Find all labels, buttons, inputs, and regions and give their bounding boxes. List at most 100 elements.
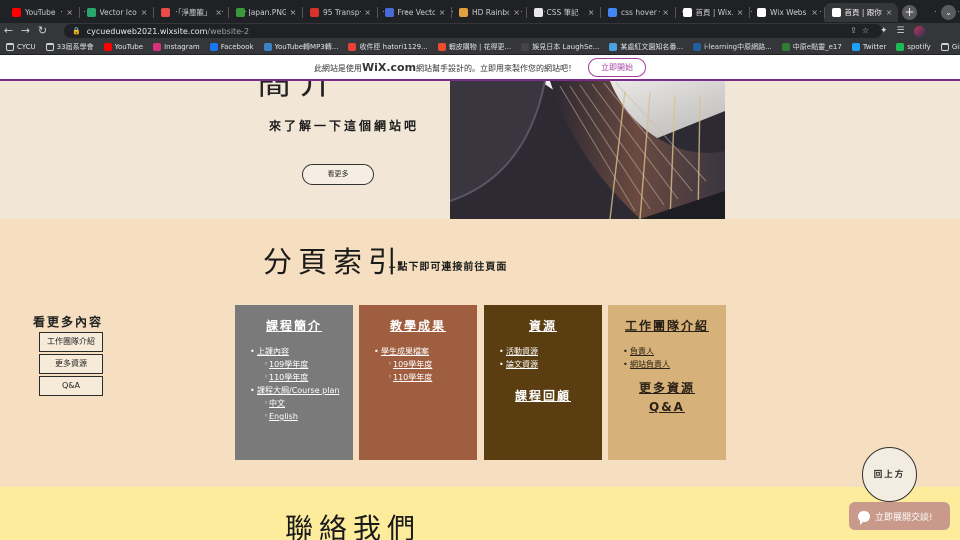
link-109[interactable]: 109學年度 (359, 358, 477, 371)
bookmark-item[interactable]: 蝦皮購物 | 花得更... (437, 42, 511, 52)
card-title-teaching-results[interactable]: 教學成果 (359, 317, 477, 334)
new-tab-button[interactable]: + (902, 5, 917, 20)
close-tab-icon[interactable]: × (886, 8, 898, 17)
browser-tab[interactable]: Japan.PNG × (227, 3, 302, 22)
bookmark-label: 中原e點靈_e17 (792, 42, 842, 51)
link-course-plan[interactable]: 課程大綱/Course plan (235, 384, 353, 397)
link-english[interactable]: English (235, 410, 353, 423)
bookmark-item[interactable]: spotify (896, 42, 931, 51)
profile-avatar[interactable] (913, 25, 925, 37)
close-tab-icon[interactable]: × (364, 8, 376, 17)
close-tab-icon[interactable]: × (439, 8, 451, 17)
browser-tab[interactable]: css hover 範例 × (600, 3, 674, 22)
browser-tab-strip: YouTube×Vector Icons×「淨塵籠」©×Japan.PNG×95… (0, 0, 960, 23)
hero-subheading: 來了解一下這個網站吧 (269, 119, 420, 133)
bookmark-item[interactable]: 33屆系學會 (45, 42, 94, 52)
bookmark-label: 33屆系學會 (56, 42, 94, 51)
bookmark-item[interactable]: Instagram (153, 42, 200, 51)
bookmark-item[interactable]: i-learning中原網路... (693, 42, 772, 52)
link-110[interactable]: 110學年度 (359, 371, 477, 384)
url-host: cycueduweb2021.wixsite.com (86, 26, 208, 36)
browser-tab[interactable]: 首頁 | Wix.com × (674, 3, 749, 22)
bookmark-item[interactable]: Gimy劇迷 (940, 42, 960, 52)
browser-tab[interactable]: HD Rainbow × (451, 3, 525, 22)
browser-tab[interactable]: 「淨塵籠」©× (153, 3, 227, 22)
bookmark-label: YouTube (114, 42, 144, 51)
link-student-portfolio[interactable]: 學生成果檔案 (359, 345, 477, 358)
link-more-resources[interactable]: 更多資源 (608, 379, 726, 396)
card-title-course-intro[interactable]: 課程簡介 (235, 317, 353, 334)
contact-title: 聯絡我們 (285, 512, 422, 540)
browser-tab[interactable]: Free Vectors × (376, 3, 451, 22)
reload-icon[interactable]: ↻ (34, 23, 51, 39)
bookmark-favicon-icon (103, 42, 112, 51)
see-more-button[interactable]: 看更多 (302, 164, 374, 185)
side-button-team[interactable]: 工作團隊介紹 (39, 332, 103, 352)
reading-list-icon[interactable]: ☰ (897, 26, 905, 36)
back-icon[interactable]: ← (0, 23, 17, 39)
card-list: 學生成果檔案 109學年度 110學年度 (359, 345, 477, 384)
close-tab-icon[interactable]: × (215, 8, 227, 17)
wix-start-button[interactable]: 立即開始 (588, 57, 647, 77)
share-and-bookmark-icons[interactable]: ⇪☆ (850, 24, 874, 38)
page-index-section: 分頁索引 ~點下即可連接前往頁面 看更多內容 工作團隊介紹 更多資源 Q&A 課… (0, 219, 960, 487)
link-109[interactable]: 109學年度 (235, 358, 353, 371)
tab-search-icon[interactable]: ⌄ (941, 5, 956, 20)
bookmark-item[interactable]: 中原e點靈_e17 (781, 42, 842, 52)
bookmark-item[interactable]: Facebook (209, 42, 254, 51)
side-button-qa[interactable]: Q&A (39, 376, 103, 396)
close-tab-icon[interactable]: × (66, 8, 78, 17)
library-photo (450, 81, 725, 219)
link-website-manager[interactable]: 網站負責人 (608, 358, 726, 371)
bookmark-favicon-icon (781, 42, 790, 51)
bookmark-item[interactable]: 收件匣 hatori1129... (348, 42, 428, 52)
bookmark-item[interactable]: YouTube (103, 42, 144, 51)
browser-tab[interactable]: YouTube × (4, 3, 78, 22)
link-paper-resources[interactable]: 論文資源 (484, 358, 602, 371)
tab-favicon-icon (831, 8, 841, 17)
browser-tab[interactable]: Wix Website × (749, 3, 823, 22)
link-class-content[interactable]: 上課內容 (235, 345, 353, 358)
card-title-resources[interactable]: 資源 (484, 317, 602, 334)
link-chinese[interactable]: 中文 (235, 397, 353, 410)
chat-button[interactable]: 立即展開交談! (849, 502, 950, 530)
link-activity-resources[interactable]: 活動資源 (484, 345, 602, 358)
bookmark-item[interactable]: 娛見日本 LaughSe... (521, 42, 599, 52)
tab-favicon-icon (757, 8, 766, 17)
bookmark-label: 某處紅文園知名番... (620, 42, 684, 51)
link-person-in-charge[interactable]: 負責人 (608, 345, 726, 358)
close-tab-icon[interactable]: × (662, 8, 674, 17)
bookmark-item[interactable]: 某處紅文園知名番... (609, 42, 683, 52)
browser-tab[interactable]: 95 Transparen × (302, 3, 376, 22)
link-qa[interactable]: Q&A (608, 400, 726, 414)
chat-button-label: 立即展開交談! (875, 512, 933, 523)
close-tab-icon[interactable]: × (737, 8, 749, 17)
browser-tab[interactable]: 首頁 | 跟你老師 × (823, 3, 898, 22)
bookmark-item[interactable]: Twitter (851, 42, 886, 51)
card-teaching-results: 教學成果 學生成果檔案 109學年度 110學年度 (359, 305, 477, 460)
browser-tab[interactable]: CSS 筆記 × (525, 3, 600, 22)
index-subtitle: ~點下即可連接前往頁面 (388, 262, 508, 273)
bookmark-favicon-icon (209, 42, 218, 51)
link-110[interactable]: 110學年度 (235, 371, 353, 384)
close-tab-icon[interactable]: × (290, 8, 302, 17)
bookmark-label: i-learning中原網路... (704, 42, 772, 51)
side-button-resources[interactable]: 更多資源 (39, 354, 103, 374)
close-tab-icon[interactable]: × (513, 8, 525, 17)
hero-heading: 簡介 (257, 81, 341, 103)
close-tab-icon[interactable]: × (588, 8, 600, 17)
back-to-top-button[interactable]: 回上方 (862, 447, 917, 502)
card-title-team[interactable]: 工作團隊介紹 (608, 317, 726, 334)
address-bar[interactable]: 🔒 cycueduweb2021.wixsite.com/website-2 ⇪… (64, 24, 882, 38)
bookmark-item[interactable]: CYCU (6, 42, 36, 51)
browser-tab[interactable]: Vector Icons × (78, 3, 153, 22)
extensions-icon[interactable]: ✦ (880, 26, 888, 36)
link-course-review[interactable]: 課程回顧 (484, 387, 602, 404)
lock-icon[interactable]: 🔒 (72, 27, 81, 35)
bookmark-item[interactable]: YouTube轉MP3轉... (263, 42, 338, 52)
close-tab-icon[interactable]: × (141, 8, 153, 17)
forward-icon[interactable]: → (17, 23, 34, 39)
close-tab-icon[interactable]: × (811, 8, 823, 17)
tab-title: Wix Website (770, 8, 807, 17)
tab-title: 「淨塵籠」© (174, 8, 212, 17)
